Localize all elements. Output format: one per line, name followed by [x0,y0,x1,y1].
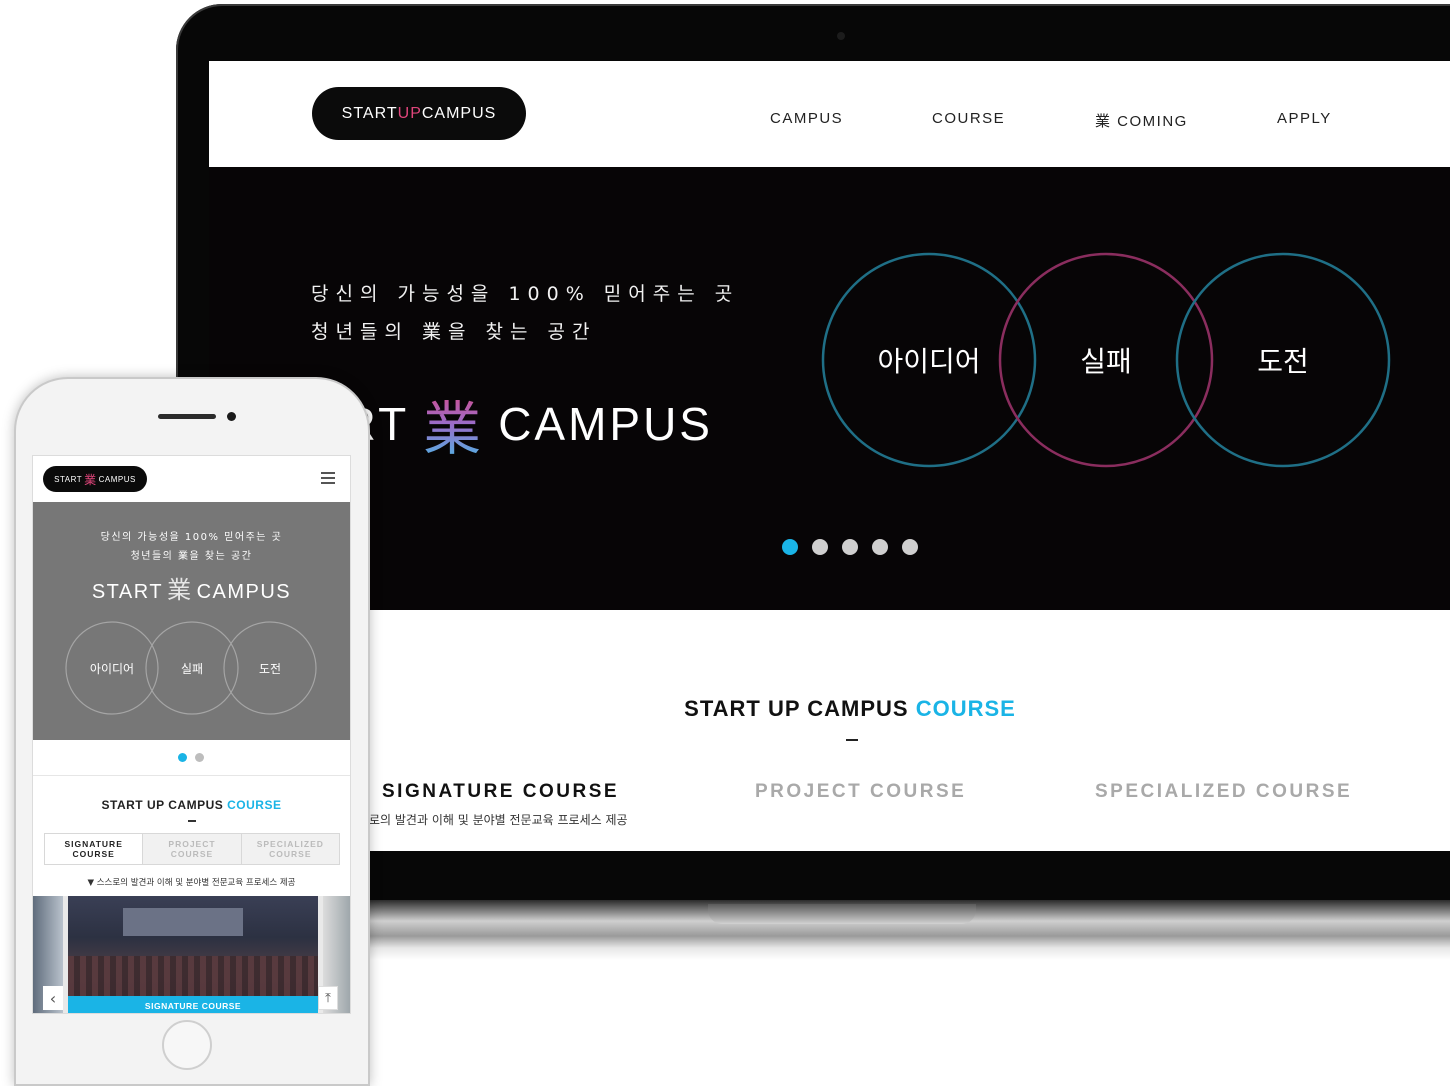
pagination-dot[interactable] [812,539,828,555]
m-tab-line: SPECIALIZED [256,839,324,849]
hero-brand-campus: CAMPUS [498,398,713,450]
hero-tagline-2: 청년들의 業을 찾는 공간 [311,321,597,343]
laptop-camera [837,32,845,40]
m-brand-start: START [91,581,164,603]
pagination-dot[interactable] [902,539,918,555]
hero-pagination [782,539,918,555]
logo-text-up: UP [397,104,422,122]
m-hero-tagline-1: 당신의 가능성을 100% 믿어주는 곳 [100,532,283,543]
arrow-up-icon[interactable]: ⤒ [318,986,338,1010]
pagination-dot[interactable] [842,539,858,555]
m-hero-brand: START 業 CAMPUS [33,570,350,605]
m-pagination [178,753,204,762]
course-description: 로의 발견과 이해 및 분야별 전문교육 프로세스 제공 [369,813,628,827]
m-circle-label-failure: 실패 [180,662,204,676]
mobile-hero: 당신의 가능성을 100% 믿어주는 곳 청년들의 業을 찾는 공간 START… [33,502,350,740]
mobile-logo[interactable]: START 業 CAMPUS [43,466,147,492]
m-brand-campus: CAMPUS [196,581,292,603]
hero-tagline-1: 당신의 가능성을 100% 믿어주는 곳 [311,283,740,305]
course-heading: START UP CAMPUS COURSE [209,696,1450,722]
m-tab-line: COURSE [269,849,312,859]
pagination-dot[interactable] [872,539,888,555]
m-course-heading: START UP CAMPUS COURSE [33,798,350,812]
m-tab-line: SIGNATURE [64,839,123,849]
m-hero-tagline-2: 청년들의 業을 찾는 공간 [130,551,253,562]
phone-speaker [158,414,216,419]
desktop-site: START UP CAMPUS CAMPUS COURSE 業 COMING APP… [209,61,1450,851]
m-tab-line: COURSE [72,849,115,859]
m-venn-circles: 아이디어 실패 도전 [65,620,321,718]
m-photo-stage [123,908,243,936]
m-tab-project-course[interactable]: PROJECT COURSE [142,834,241,864]
m-course-heading-accent: COURSE [227,798,282,812]
m-tab-line: COURSE [170,849,214,859]
phone-camera [227,412,236,421]
desktop-logo[interactable]: START UP CAMPUS [312,87,526,140]
laptop-notch [708,904,976,924]
circle-label-idea: 아이디어 [877,345,981,378]
pagination-dot[interactable] [782,539,798,555]
m-course-description: ▼ 스스로의 발견과 이해 및 분야별 전문교육 프로세스 제공 [87,878,296,888]
m-divider [33,775,350,776]
m-course-slider: SIGNATURE COURSE ‹ ⤒ [33,896,350,1013]
m-logo-start: START [54,474,83,484]
circle-label-challenge: 도전 [1257,345,1309,378]
course-heading-main: START UP CAMPUS [684,696,909,721]
m-tab-specialized-course[interactable]: SPECIALIZED COURSE [240,834,339,864]
mobile-site: START 業 CAMPUS 당신의 가능성을 100% 믿어주는 곳 청년들의 業… [32,455,351,1014]
m-slide-caption[interactable]: SIGNATURE COURSE [68,996,318,1013]
device-mockup: START UP CAMPUS CAMPUS COURSE 業 COMING APP… [0,0,1450,1086]
phone-home-button[interactable] [162,1020,212,1070]
course-section: START UP CAMPUS COURSE SIGNATURE COURSE … [209,610,1450,851]
m-logo-han: 業 [84,472,97,487]
hero-brand-han: 業 [423,382,484,466]
mobile-header: START 業 CAMPUS [33,456,350,502]
m-pagination-dot[interactable] [195,753,204,762]
m-pagination-dot[interactable] [178,753,187,762]
chevron-left-icon[interactable]: ‹ [43,986,63,1010]
m-heading-dash [188,820,196,822]
nav-coming[interactable]: 業 COMING [1095,110,1188,131]
desktop-header: START UP CAMPUS CAMPUS COURSE 業 COMING APP… [209,61,1450,167]
m-course-heading-main: START UP CAMPUS [101,798,224,812]
logo-text-start: START [341,104,398,122]
m-circle-label-idea: 아이디어 [89,662,135,676]
hero-venn-circles: 아이디어 실패 도전 [821,252,1391,472]
nav-campus[interactable]: CAMPUS [770,110,843,127]
m-logo-campus: CAMPUS [98,474,136,484]
hero-banner: 당신의 가능성을 100% 믿어주는 곳 청년들의 業을 찾는 공간 ART 業… [209,167,1450,610]
m-brand-han: 業 [167,577,193,604]
circle-label-failure: 실패 [1080,345,1132,378]
nav-course[interactable]: COURSE [932,110,1005,127]
m-photo-audience [68,956,318,996]
hamburger-menu-icon[interactable] [321,472,335,484]
m-course-tabs: SIGNATURE COURSE PROJECT COURSE SPECIALIZE… [44,833,340,865]
heading-dash [846,739,858,741]
m-tab-line: PROJECT [168,839,216,849]
nav-apply[interactable]: APPLY [1277,110,1332,127]
tab-specialized-course[interactable]: SPECIALIZED COURSE [1095,781,1352,803]
tab-signature-course[interactable]: SIGNATURE COURSE [382,781,619,803]
tab-project-course[interactable]: PROJECT COURSE [755,781,966,803]
m-circle-label-challenge: 도전 [258,662,282,676]
logo-text-campus: CAMPUS [421,104,497,122]
course-heading-accent: COURSE [915,696,1016,721]
m-tab-signature-course[interactable]: SIGNATURE COURSE [45,834,143,864]
